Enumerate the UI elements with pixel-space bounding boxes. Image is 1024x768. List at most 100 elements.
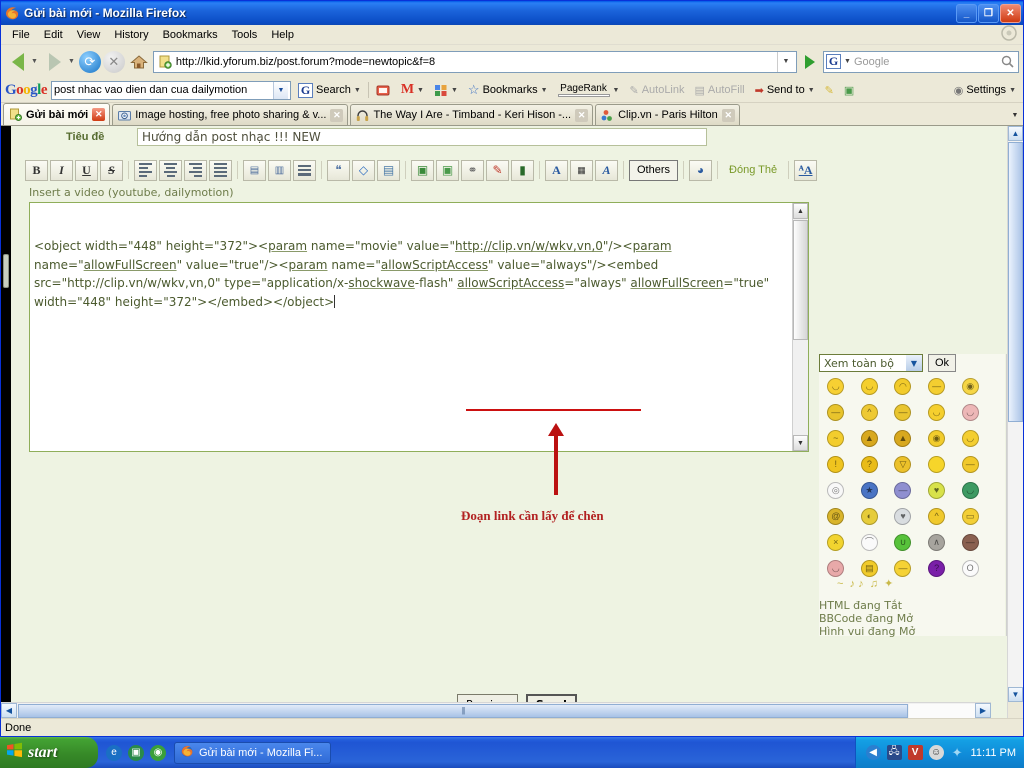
smiley-4-4[interactable]: ◡ <box>961 482 979 499</box>
smiley-7-0[interactable]: ◡ <box>827 560 845 577</box>
scroll-down-button[interactable]: ▼ <box>793 435 808 451</box>
smilies-category-select[interactable]: Xem toàn bộ ▼ <box>819 354 923 372</box>
chevron-down-icon[interactable]: ▼ <box>541 87 548 94</box>
start-button[interactable]: start <box>0 737 98 768</box>
indent-button[interactable] <box>293 159 316 181</box>
chevron-down-icon[interactable]: ▼ <box>417 87 424 94</box>
menu-help[interactable]: Help <box>264 27 301 43</box>
smiley-1-0[interactable]: — <box>827 404 845 421</box>
italic-button[interactable]: I <box>50 159 73 181</box>
scroll-up-button[interactable]: ▲ <box>1008 126 1023 141</box>
smiley-5-1[interactable]: ◐ <box>860 508 878 525</box>
message-textarea[interactable]: <object width="448" height="372"><param … <box>29 202 809 452</box>
underline-button[interactable]: U <box>75 159 98 181</box>
font-size-button[interactable]: A <box>545 159 568 181</box>
chevron-down-icon[interactable]: ▼ <box>1009 87 1016 94</box>
smiley-1-3[interactable]: ◡ <box>928 404 946 421</box>
smiley-2-4[interactable]: ◡ <box>961 430 979 447</box>
smiley-2-2[interactable]: ▲ <box>894 430 912 447</box>
tab-close-icon[interactable]: ✕ <box>575 108 589 122</box>
chevron-down-icon[interactable]: ▼ <box>906 355 922 371</box>
smiley-2-0[interactable]: ~ <box>827 430 845 447</box>
smiley-6-2[interactable]: ∪ <box>894 534 912 551</box>
clock[interactable]: 11:11 PM <box>971 747 1016 759</box>
menu-edit[interactable]: Edit <box>37 27 70 43</box>
settings-button[interactable]: ◉ Settings ▼ <box>951 83 1019 98</box>
image-upload-button[interactable]: ▣ <box>436 159 459 181</box>
chevron-down-icon[interactable]: ▼ <box>354 87 361 94</box>
hscroll-thumb[interactable]: ||| <box>18 703 908 718</box>
autofill-button[interactable]: ▤ AutoFill <box>692 83 748 98</box>
smiley-3-0[interactable]: ! <box>827 456 845 473</box>
sidebar-collapse-handle[interactable] <box>3 254 9 288</box>
sendto-button[interactable]: ➡ Send to ▼ <box>752 83 818 98</box>
code-button[interactable]: ◇ <box>352 159 375 181</box>
highlight-icon[interactable]: ✎ <box>822 83 837 98</box>
address-dropdown-icon[interactable]: ▼ <box>777 51 794 72</box>
smiley-4-0[interactable]: ◎ <box>827 482 845 499</box>
smiley-3-2[interactable]: ▽ <box>894 456 912 473</box>
font-face-button[interactable]: A <box>595 159 618 181</box>
google-apps-icon[interactable]: ▼ <box>431 83 461 98</box>
smiley-4-2[interactable]: — <box>894 482 912 499</box>
message-text[interactable]: <object width="448" height="372"><param … <box>34 237 786 311</box>
smiley-0-2[interactable]: ◠ <box>894 378 912 395</box>
smiley-5-3[interactable]: ^ <box>928 508 946 525</box>
address-bar[interactable]: http://lkid.yforum.biz/post.forum?mode=n… <box>152 50 797 73</box>
scroll-right-button[interactable]: ▶ <box>975 703 991 718</box>
strikethrough-button[interactable]: S <box>100 159 123 181</box>
justify-button[interactable] <box>209 159 232 181</box>
normal-text-button[interactable]: ᴬA <box>794 159 818 181</box>
smiley-7-3[interactable]: ? <box>928 560 946 577</box>
smiley-2-3[interactable]: ◉ <box>928 430 946 447</box>
tab-list-dropdown-icon[interactable]: ▼ <box>1007 105 1023 125</box>
page-vertical-scrollbar[interactable]: ▲ ▼ <box>1007 126 1023 718</box>
chevron-down-icon[interactable]: ▼ <box>451 87 458 94</box>
smiley-5-4[interactable]: ▭ <box>961 508 979 525</box>
smiley-2-1[interactable]: ▲ <box>860 430 878 447</box>
page-horizontal-scrollbar[interactable]: ◀ ||| ▶ <box>1 702 991 718</box>
numbered-list-button[interactable]: ▥ <box>268 159 291 181</box>
bullet-list-button[interactable]: ▤ <box>243 159 266 181</box>
pagerank-indicator[interactable]: PageRank ▼ <box>555 82 623 98</box>
address-text[interactable]: http://lkid.yforum.biz/post.forum?mode=n… <box>176 56 777 68</box>
menu-view[interactable]: View <box>70 27 108 43</box>
search-engine-dropdown-icon[interactable]: ▼ <box>844 58 851 65</box>
align-right-button[interactable] <box>184 159 207 181</box>
scroll-left-button[interactable]: ◀ <box>1 703 17 718</box>
smiley-6-1[interactable]: ⌒ <box>860 534 878 551</box>
google-search-button[interactable]: G Search ▼ <box>295 82 364 99</box>
bold-button[interactable]: B <box>25 159 48 181</box>
smiley-5-0[interactable]: @ <box>827 508 845 525</box>
table-button[interactable]: ▤ <box>377 159 400 181</box>
search-input[interactable]: Google <box>854 56 998 68</box>
show-desktop-icon[interactable]: ▣ <box>128 744 144 761</box>
search-icon[interactable] <box>998 55 1016 68</box>
video-button[interactable]: ▮ <box>511 159 534 181</box>
search-engine-icon[interactable]: G <box>826 54 841 69</box>
home-button[interactable] <box>127 51 151 73</box>
google-search-value[interactable]: post nhac vao dien dan cua dailymotion <box>54 84 273 96</box>
tab-close-icon[interactable]: ✕ <box>330 108 344 122</box>
pen-button[interactable]: ✎ <box>486 159 509 181</box>
scroll-thumb[interactable] <box>793 220 808 340</box>
internet-explorer-icon[interactable]: e <box>106 744 122 761</box>
reload-button[interactable]: ⟳ <box>78 50 101 73</box>
stop-button[interactable]: ✕ <box>102 50 125 73</box>
smiley-3-4[interactable]: — <box>961 456 979 473</box>
back-button[interactable] <box>5 50 31 74</box>
link-button[interactable]: ⚭ <box>461 159 484 181</box>
v-icon[interactable]: V <box>907 745 923 760</box>
smiley-0-4[interactable]: ◉ <box>961 378 979 395</box>
show-hidden-icons-button[interactable]: ◀ <box>865 745 881 760</box>
go-button[interactable] <box>799 51 821 73</box>
google-search-dropdown-icon[interactable]: ▼ <box>273 81 289 99</box>
help-button[interactable]: ◕ <box>689 159 713 181</box>
align-left-button[interactable] <box>134 159 157 181</box>
menu-bookmarks[interactable]: Bookmarks <box>156 27 225 43</box>
message-scrollbar[interactable]: ▲ ▼ <box>792 203 808 451</box>
smiley-6-0[interactable]: × <box>827 534 845 551</box>
tab-clip-vn[interactable]: Clip.vn - Paris Hilton ✕ <box>595 104 740 125</box>
menu-file[interactable]: File <box>5 27 37 43</box>
tab-close-icon[interactable]: ✕ <box>721 108 735 122</box>
